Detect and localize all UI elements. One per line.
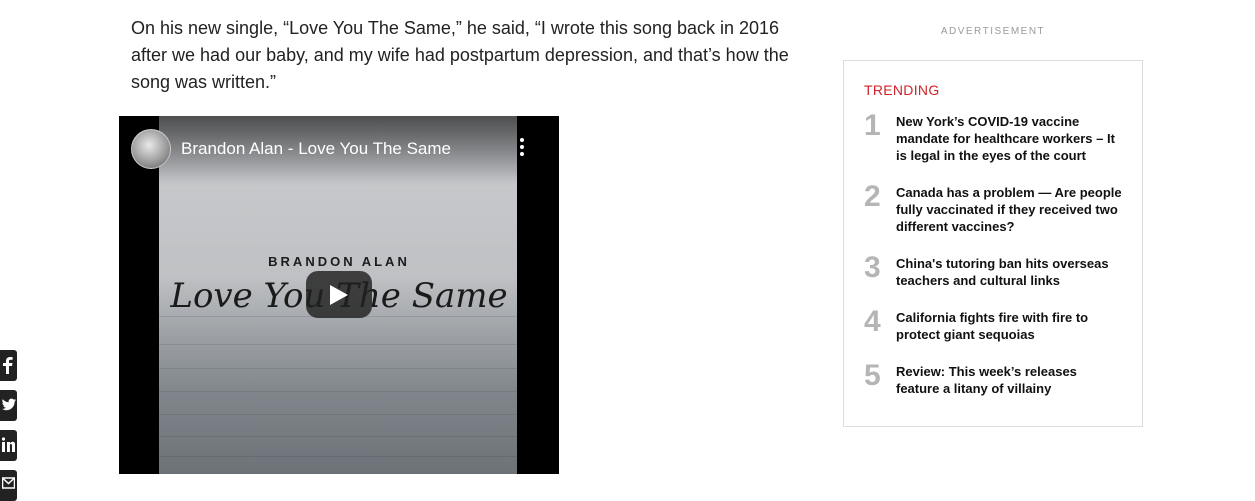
trending-rank: 4 (864, 305, 881, 338)
trending-title[interactable]: Review: This week’s releases feature a l… (896, 363, 1122, 397)
youtube-embed[interactable]: Brandon Alan - Love You The Same BRANDON… (119, 116, 559, 474)
kebab-menu-icon[interactable] (518, 138, 526, 160)
twitter-icon (2, 398, 16, 411)
trending-title[interactable]: New York’s COVID-19 vaccine mandate for … (896, 113, 1122, 164)
facebook-icon (3, 357, 13, 374)
twitter-share-button[interactable] (0, 390, 17, 421)
advertisement-label: ADVERTISEMENT (940, 26, 1046, 37)
linkedin-icon (2, 437, 15, 452)
email-share-button[interactable] (0, 470, 17, 501)
play-icon (330, 285, 348, 305)
trending-title[interactable]: China's tutoring ban hits overseas teach… (896, 255, 1122, 289)
linkedin-share-button[interactable] (0, 430, 17, 461)
thumbnail-artist-name: BRANDON ALAN (268, 254, 410, 269)
trending-heading: TRENDING (864, 82, 940, 98)
article-paragraph: On his new single, “Love You The Same,” … (131, 18, 789, 92)
trending-rank: 5 (864, 359, 881, 392)
channel-avatar[interactable] (131, 129, 171, 169)
trending-rank: 1 (864, 109, 881, 142)
video-title[interactable]: Brandon Alan - Love You The Same (181, 139, 451, 159)
trending-widget: TRENDING 1 New York’s COVID-19 vaccine m… (843, 60, 1143, 427)
trending-rank: 2 (864, 180, 881, 213)
email-icon (2, 477, 15, 489)
facebook-share-button[interactable] (0, 350, 17, 381)
trending-title[interactable]: California fights fire with fire to prot… (896, 309, 1122, 343)
trending-title[interactable]: Canada has a problem — Are people fully … (896, 184, 1122, 235)
trending-rank: 3 (864, 251, 881, 284)
play-button[interactable] (306, 271, 372, 318)
